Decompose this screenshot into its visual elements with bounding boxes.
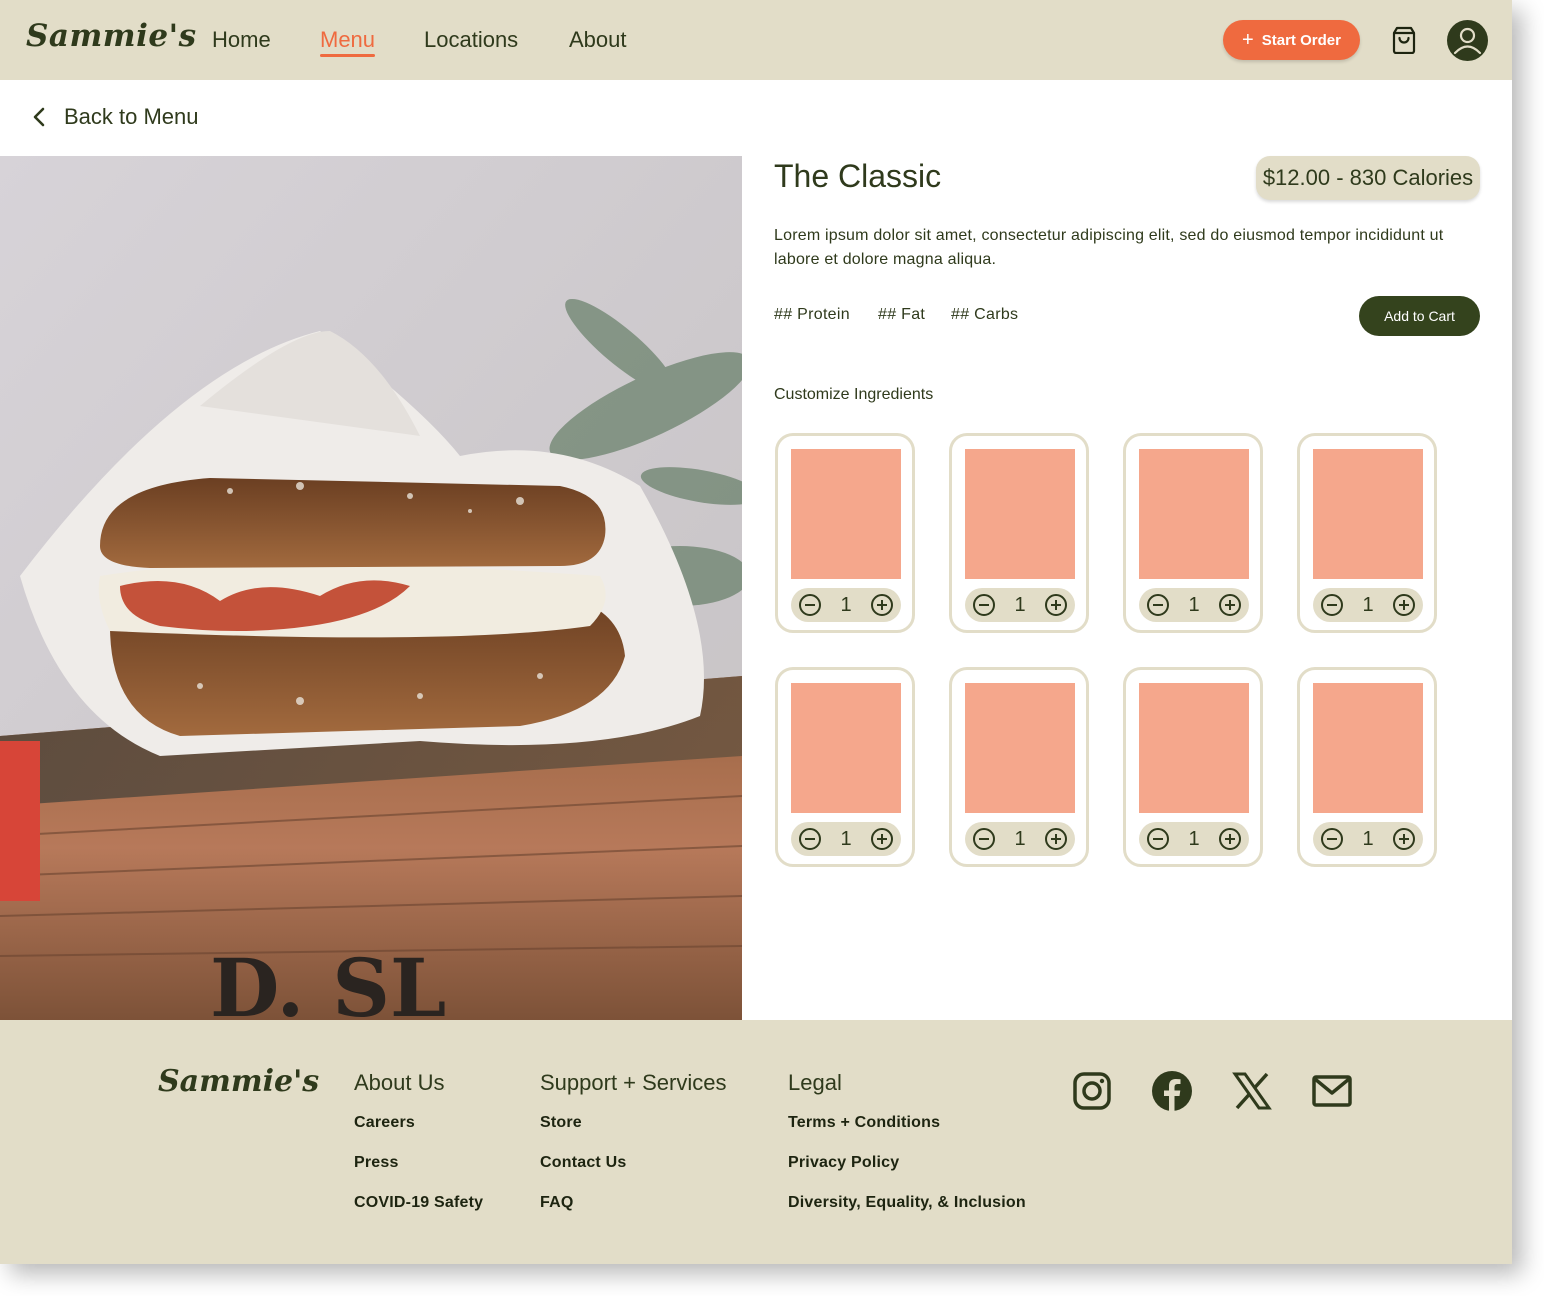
brand-logo[interactable]: Sammie's [26, 18, 197, 54]
footer-heading-about: About Us [354, 1070, 445, 1095]
macro-protein: ## Protein [774, 306, 850, 323]
ingredient-quantity: 1 [1188, 593, 1200, 616]
plus-icon[interactable] [1219, 594, 1241, 616]
plus-icon[interactable] [871, 828, 893, 850]
ingredient-card: 1 [775, 667, 915, 867]
macro-fat: ## Fat [878, 306, 926, 323]
footer-link-contact[interactable]: Contact Us [540, 1154, 626, 1172]
quantity-stepper: 1 [791, 588, 901, 622]
user-avatar-icon[interactable] [1447, 20, 1488, 61]
back-to-menu-label: Back to Menu [64, 104, 199, 129]
plus-icon[interactable] [1393, 828, 1415, 850]
minus-icon[interactable] [1321, 594, 1343, 616]
footer-link-press[interactable]: Press [354, 1154, 399, 1172]
ingredient-card: 1 [1123, 667, 1263, 867]
add-to-cart-button[interactable]: Add to Cart [1359, 296, 1480, 336]
ingredient-card: 1 [1297, 667, 1437, 867]
footer-logo[interactable]: Sammie's [158, 1064, 319, 1099]
shopping-bag-icon[interactable] [1391, 26, 1417, 54]
quantity-stepper: 1 [1313, 822, 1423, 856]
product-description: Lorem ipsum dolor sit amet, consectetur … [774, 227, 1444, 268]
plus-icon: + [1242, 29, 1254, 51]
minus-icon[interactable] [799, 594, 821, 616]
footer-link-store[interactable]: Store [540, 1114, 582, 1132]
ingredient-card: 1 [775, 433, 915, 633]
minus-icon[interactable] [1147, 828, 1169, 850]
ingredient-image [965, 683, 1075, 813]
minus-icon[interactable] [973, 594, 995, 616]
ingredient-card: 1 [949, 667, 1089, 867]
quantity-stepper: 1 [965, 822, 1075, 856]
minus-icon[interactable] [799, 828, 821, 850]
ingredient-quantity: 1 [1014, 593, 1026, 616]
footer-heading-support: Support + Services [540, 1070, 727, 1095]
ingredient-card: 1 [1123, 433, 1263, 633]
top-nav: Sammie's Home Menu Locations About + Sta… [0, 0, 1512, 80]
ingredient-image [791, 449, 901, 579]
ingredient-image [1313, 683, 1423, 813]
macro-carbs: ## Carbs [951, 306, 1019, 323]
product-title: The Classic [774, 158, 942, 194]
site-footer: Sammie's About Us Careers Press COVID-19… [0, 1020, 1512, 1264]
footer-link-covid[interactable]: COVID-19 Safety [354, 1194, 483, 1212]
plus-icon[interactable] [1045, 594, 1067, 616]
ingredient-quantity: 1 [1362, 593, 1374, 616]
ingredient-quantity: 1 [1188, 827, 1200, 850]
ingredient-image [1139, 449, 1249, 579]
minus-icon[interactable] [973, 828, 995, 850]
ingredient-image [965, 449, 1075, 579]
minus-icon[interactable] [1321, 828, 1343, 850]
nav-link-home[interactable]: Home [212, 27, 271, 53]
ingredient-image [1139, 683, 1249, 813]
footer-heading-legal: Legal [788, 1070, 842, 1095]
quantity-stepper: 1 [965, 588, 1075, 622]
footer-link-careers[interactable]: Careers [354, 1114, 415, 1132]
plus-icon[interactable] [1045, 828, 1067, 850]
instagram-icon[interactable] [1071, 1070, 1113, 1112]
ingredient-image [791, 683, 901, 813]
footer-link-privacy[interactable]: Privacy Policy [788, 1154, 899, 1172]
svg-text:D. SL: D. SL [210, 941, 446, 1020]
sandwich-photo: D. SL [0, 156, 742, 1020]
back-to-menu-link[interactable]: Back to Menu [32, 104, 199, 130]
page-frame: Sammie's Home Menu Locations About + Sta… [0, 0, 1512, 1264]
quantity-stepper: 1 [1313, 588, 1423, 622]
plus-icon[interactable] [1393, 594, 1415, 616]
quantity-stepper: 1 [1139, 588, 1249, 622]
facebook-icon[interactable] [1151, 1070, 1193, 1112]
customize-ingredients-heading: Customize Ingredients [774, 386, 934, 403]
plus-icon[interactable] [1219, 828, 1241, 850]
ingredient-quantity: 1 [1014, 827, 1026, 850]
x-icon[interactable] [1231, 1070, 1273, 1112]
chevron-left-icon [33, 107, 45, 127]
quantity-stepper: 1 [1139, 822, 1249, 856]
plus-icon[interactable] [871, 594, 893, 616]
nav-link-locations[interactable]: Locations [424, 27, 518, 53]
start-order-button[interactable]: + Start Order [1223, 20, 1360, 60]
start-order-label: Start Order [1261, 31, 1341, 49]
quantity-stepper: 1 [791, 822, 901, 856]
price-calories-badge: $12.00 - 830 Calories [1256, 156, 1480, 200]
ingredient-card: 1 [949, 433, 1089, 633]
footer-link-faq[interactable]: FAQ [540, 1194, 574, 1212]
nav-link-about[interactable]: About [569, 27, 627, 53]
ingredient-image [1313, 449, 1423, 579]
ingredient-quantity: 1 [840, 593, 852, 616]
ingredient-quantity: 1 [1362, 827, 1374, 850]
footer-link-dei[interactable]: Diversity, Equality, & Inclusion [788, 1194, 1026, 1212]
ingredient-card: 1 [1297, 433, 1437, 633]
mail-icon[interactable] [1311, 1070, 1353, 1112]
footer-link-terms[interactable]: Terms + Conditions [788, 1114, 940, 1132]
minus-icon[interactable] [1147, 594, 1169, 616]
ingredient-quantity: 1 [840, 827, 852, 850]
nav-link-menu[interactable]: Menu [320, 27, 376, 57]
